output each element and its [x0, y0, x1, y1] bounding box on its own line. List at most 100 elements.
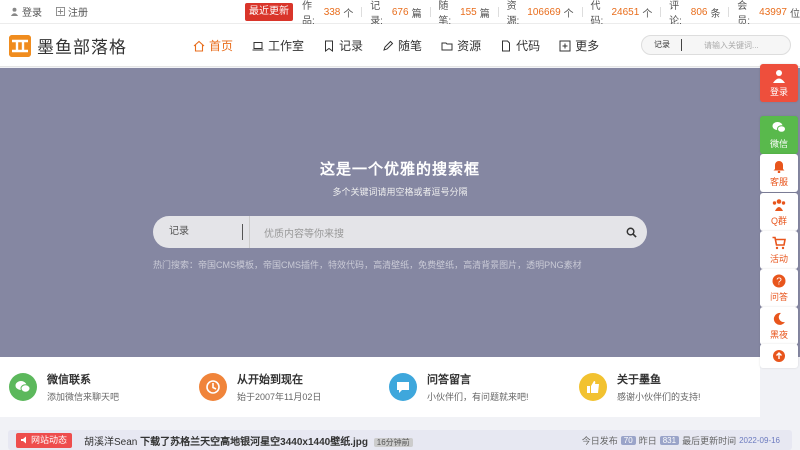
publish-stats: 今日发布 70 昨日 831 最后更新时间 2022-09-16: [582, 430, 780, 450]
header-search-select-label: 记录: [654, 40, 670, 49]
register-link[interactable]: 注册: [56, 4, 88, 19]
today-label: 今日发布: [581, 435, 618, 446]
feature-since[interactable]: 从开始到现在 始于2007年11月02日: [190, 357, 380, 417]
feature-wechat[interactable]: 微信联系添加微信来聊天吧: [0, 357, 190, 417]
stat-label: 会员:: [737, 1, 751, 27]
stat-unit: 篇: [479, 8, 490, 20]
sidebar-activity-button[interactable]: 活动: [760, 231, 798, 269]
hot-search-link[interactable]: 帝国CMS模板: [198, 258, 254, 271]
news-time: 16分钟前: [373, 437, 413, 447]
hot-searches-label: 热门搜索：: [153, 260, 199, 270]
sidebar-night-mode-button[interactable]: 黑夜: [760, 307, 798, 345]
sidebar-wechat-button[interactable]: 微信: [760, 116, 798, 154]
nav-label: 工作室: [268, 39, 305, 53]
register-link-label: 注册: [68, 8, 88, 19]
hero-search-box: 记录 优质内容等你来搜: [153, 216, 647, 248]
header-search-input[interactable]: 请输入关键词...: [688, 40, 790, 51]
stat-unit: 个: [642, 8, 653, 20]
feature-desc: 添加微信来聊天吧: [47, 392, 120, 402]
news-tag: 网站动态: [16, 432, 73, 448]
nav-item-records[interactable]: 记录: [323, 37, 363, 54]
nav-item-resources[interactable]: 资源: [441, 37, 481, 54]
header-search-select[interactable]: 记录: [642, 36, 688, 54]
hot-search-link[interactable]: 帝国CMS插件: [263, 258, 319, 271]
stat-value: 24651: [611, 6, 640, 18]
cart-icon: [772, 236, 786, 249]
hero-search-button[interactable]: [615, 216, 647, 248]
pen-icon: [383, 40, 394, 51]
yesterday-label: 昨日: [638, 435, 657, 446]
stat-label: 代码:: [590, 1, 604, 27]
question-icon: ?: [772, 274, 786, 287]
thumb-icon: [579, 373, 607, 401]
nav-label: 首页: [209, 39, 234, 53]
feature-title: 问答留言: [427, 374, 471, 386]
news-item[interactable]: 胡溪洋Sean 下载了苏格兰天空高地银河星空3440x1440壁纸.jpg 16…: [84, 433, 413, 448]
nav-item-studio[interactable]: 工作室: [252, 37, 304, 54]
hero-search-input[interactable]: 优质内容等你来搜: [250, 225, 615, 240]
bell-icon: [773, 160, 785, 173]
sidebar-label: 客服: [769, 176, 788, 187]
logo-text: 墨鱼部落格: [37, 38, 127, 57]
sidebar-label: 登录: [769, 86, 788, 97]
chat-icon: [389, 373, 417, 401]
stat-value: 806: [690, 6, 708, 18]
hero-title: 这是一个优雅的搜索框: [319, 161, 480, 178]
news-user: 胡溪洋Sean: [84, 436, 138, 448]
nav-label: 随笔: [398, 39, 423, 53]
sidebar-service-button[interactable]: 客服: [760, 154, 798, 192]
feature-about[interactable]: 关于墨鱼 感谢小伙伴们的支持!: [570, 357, 760, 417]
site-stats: 作品: 338 个 记录: 676 篇 随笔: 155 篇 资源: 106669 个 代码: 24…: [302, 0, 800, 27]
plus-square-icon: [559, 40, 571, 51]
sidebar-qq-group-button[interactable]: Q群: [760, 193, 798, 231]
latest-updates-button[interactable]: 最近更新: [245, 3, 293, 21]
hot-search-link[interactable]: 免费壁纸: [418, 258, 454, 271]
sidebar-qa-button[interactable]: ? 问答: [760, 269, 798, 307]
hot-search-link[interactable]: 高清背景图片: [463, 258, 517, 271]
sidebar-label: 黑夜: [769, 329, 788, 340]
stat-records: 记录: 676 篇: [370, 0, 438, 27]
sidebar-label: 微信: [769, 138, 788, 149]
hero-search-select[interactable]: 记录: [153, 216, 250, 248]
svg-text:?: ?: [776, 276, 782, 287]
feature-title: 关于墨鱼: [617, 374, 661, 386]
stat-label: 随笔:: [438, 1, 452, 27]
news-ticker: 网站动态 胡溪洋Sean 下载了苏格兰天空高地银河星空3440x1440壁纸.j…: [8, 430, 792, 450]
back-to-top-button[interactable]: [760, 344, 798, 368]
wechat-icon: [772, 121, 786, 133]
arrow-up-icon: [773, 350, 785, 362]
updated-date: 2022-09-16: [739, 435, 780, 445]
nav-item-more[interactable]: 更多: [559, 37, 599, 54]
login-link-label: 登录: [22, 8, 42, 19]
nav-item-code[interactable]: 代码: [500, 37, 540, 54]
stat-comments: 评论: 806 条: [669, 0, 737, 27]
feature-desc: 小伙伴们，有问题就来吧!: [427, 392, 529, 402]
clock-icon: [199, 373, 227, 401]
yesterday-count: 831: [659, 435, 680, 445]
stat-unit: 位: [789, 8, 800, 20]
hot-searches: 热门搜索： 帝国CMS模板， 帝国CMS插件， 特效代码， 高清壁纸， 免费壁纸…: [153, 258, 582, 271]
hot-search-link[interactable]: 透明PNG素材: [526, 258, 582, 271]
updated-label: 最后更新时间: [682, 435, 737, 446]
login-link[interactable]: 登录: [10, 4, 42, 19]
user-icon: [10, 7, 19, 16]
hot-search-link[interactable]: 高清壁纸: [373, 258, 409, 271]
feature-desc: 始于2007年11月02日: [237, 392, 322, 402]
stat-members: 会员: 43997 位: [737, 0, 800, 27]
site-logo[interactable]: 墨鱼部落格: [9, 33, 127, 58]
stat-value: 155: [460, 6, 477, 18]
nav-item-essays[interactable]: 随笔: [382, 37, 422, 54]
feature-title: 微信联系: [47, 374, 91, 386]
sidebar-login-button[interactable]: 登录: [760, 64, 798, 102]
stat-essays: 随笔: 155 篇: [438, 0, 506, 27]
news-tag-label: 网站动态: [31, 434, 68, 445]
stat-code: 代码: 24651 个: [590, 0, 669, 27]
stat-unit: 条: [710, 8, 721, 20]
nav-item-home[interactable]: 首页: [193, 37, 233, 54]
nav-label: 记录: [339, 39, 364, 53]
stat-value: 106669: [527, 6, 561, 18]
hero-subtitle: 多个关键词请用空格或者逗号分隔: [332, 187, 468, 197]
hot-search-link[interactable]: 特效代码: [328, 258, 364, 271]
sidebar-label: 问答: [769, 291, 788, 302]
feature-qa[interactable]: 问答留言小伙伴们，有问题就来吧!: [380, 357, 570, 417]
